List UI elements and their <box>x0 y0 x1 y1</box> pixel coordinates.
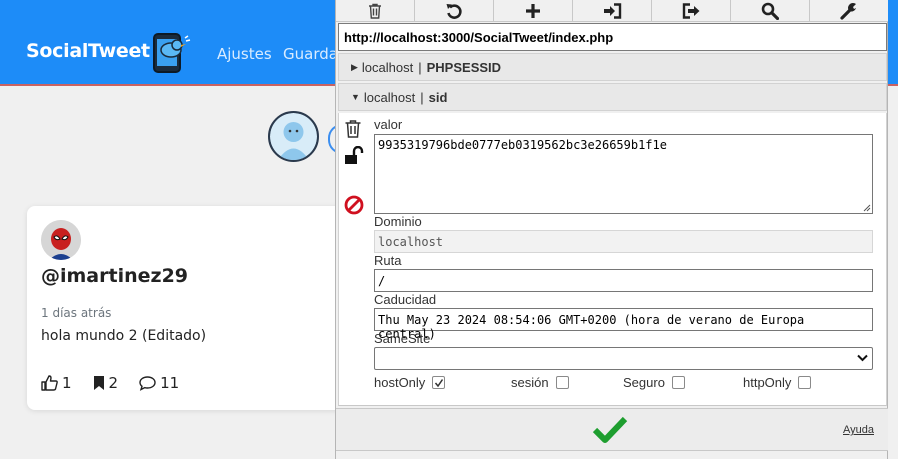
bookmark-button[interactable]: 2 <box>93 374 119 392</box>
nav-guardados[interactable]: Guarda <box>283 45 338 63</box>
profile-avatar[interactable] <box>268 111 319 162</box>
phone-bird-logo-icon <box>153 33 191 73</box>
httponly-label: httpOnly <box>743 375 792 390</box>
bookmark-count: 2 <box>108 374 119 392</box>
cookie-flags: hostOnly sesión Seguro httpOnly <box>374 375 873 393</box>
import-button[interactable] <box>573 0 652 22</box>
nav-ajustes[interactable]: Ajustes <box>217 45 272 63</box>
separator: | <box>418 59 422 75</box>
sesion-option: sesión <box>511 375 569 390</box>
expand-triangle-icon: ▶ <box>351 61 358 72</box>
delete-all-button[interactable] <box>336 0 415 22</box>
caducidad-label: Caducidad <box>374 292 437 307</box>
import-icon <box>603 3 621 19</box>
seguro-option: Seguro <box>623 375 685 390</box>
samesite-select[interactable] <box>374 347 873 370</box>
ruta-field[interactable]: / <box>374 269 873 292</box>
valor-label: valor <box>374 117 403 132</box>
cookie-editor-panel: http://localhost:3000/SocialTweet/index.… <box>335 0 888 459</box>
comment-icon <box>139 376 156 391</box>
bookmark-icon <box>93 376 104 390</box>
cookie-host: localhost <box>361 59 414 75</box>
like-button[interactable]: 1 <box>41 374 72 392</box>
hostonly-checkbox[interactable] <box>432 376 446 389</box>
export-button[interactable] <box>652 0 731 22</box>
save-checkmark-icon[interactable] <box>592 415 628 445</box>
plus-icon <box>526 4 540 18</box>
valor-textarea[interactable]: 9935319796bde0777eb0319562bc3e26659b1f1e <box>374 134 873 214</box>
cookie-row-phpsessid[interactable]: ▶ localhost | PHPSESSID <box>338 53 887 81</box>
dominio-field: localhost <box>374 230 873 253</box>
seguro-checkbox[interactable] <box>671 376 685 389</box>
like-count: 1 <box>62 374 72 392</box>
wrench-icon <box>840 3 856 20</box>
export-icon <box>682 3 699 19</box>
thumbs-up-icon <box>41 375 58 391</box>
caducidad-field[interactable]: Thu May 23 2024 08:54:06 GMT+0200 (hora … <box>374 308 873 341</box>
editor-footer: Ayuda <box>336 408 888 451</box>
avatar-icon <box>270 113 317 160</box>
httponly-option: httpOnly <box>743 375 812 390</box>
add-cookie-button[interactable] <box>494 0 573 22</box>
comment-count: 11 <box>160 374 180 392</box>
delete-cookie-button[interactable] <box>344 119 362 138</box>
hostonly-label: hostOnly <box>374 375 426 390</box>
httponly-checkbox[interactable] <box>798 376 812 389</box>
cookie-name: PHPSESSID <box>426 59 502 75</box>
cookie-host: localhost <box>363 89 416 105</box>
cookie-row-sid[interactable]: ▼ localhost | sid <box>338 83 887 111</box>
options-button[interactable] <box>810 0 888 22</box>
editor-toolbar <box>336 0 888 22</box>
collapse-triangle-icon: ▼ <box>351 92 360 102</box>
checkmark-icon <box>434 378 443 387</box>
post-actions: 1 2 11 <box>41 374 200 392</box>
dominio-label: Dominio <box>374 214 422 229</box>
sesion-checkbox[interactable] <box>555 376 569 389</box>
search-button[interactable] <box>731 0 810 22</box>
reset-button[interactable] <box>415 0 494 22</box>
search-icon <box>761 2 779 20</box>
post-card: @imartinez29 1 días atrás hola mundo 2 (… <box>27 206 357 410</box>
cookie-detail-form: valor 9935319796bde0777eb0319562bc3e2665… <box>338 113 887 406</box>
brand-name[interactable]: SocialTweet <box>26 40 150 62</box>
trash-icon <box>369 3 381 19</box>
undo-icon <box>446 4 462 19</box>
chevron-down-icon <box>857 354 868 362</box>
url-field[interactable]: http://localhost:3000/SocialTweet/index.… <box>338 23 887 51</box>
separator: | <box>420 89 424 105</box>
comment-button[interactable]: 11 <box>139 374 179 392</box>
block-cookie-icon[interactable] <box>344 195 364 215</box>
resize-grip-icon[interactable] <box>862 203 871 212</box>
seguro-label: Seguro <box>623 375 665 390</box>
spiderman-avatar-icon <box>41 220 81 260</box>
sesion-label: sesión <box>511 375 549 390</box>
ruta-label: Ruta <box>374 253 402 268</box>
cookie-name: sid <box>428 89 448 105</box>
post-text: hola mundo 2 (Editado) <box>41 328 207 344</box>
post-timestamp: 1 días atrás <box>41 306 112 320</box>
samesite-label: SameSite <box>374 331 431 346</box>
help-link[interactable]: Ayuda <box>843 424 874 436</box>
unlock-icon[interactable] <box>344 146 366 165</box>
post-username[interactable]: @imartinez29 <box>41 265 188 287</box>
valor-value: 9935319796bde0777eb0319562bc3e26659b1f1e <box>378 138 667 152</box>
user-avatar[interactable] <box>41 220 81 260</box>
hostonly-option: hostOnly <box>374 375 446 390</box>
